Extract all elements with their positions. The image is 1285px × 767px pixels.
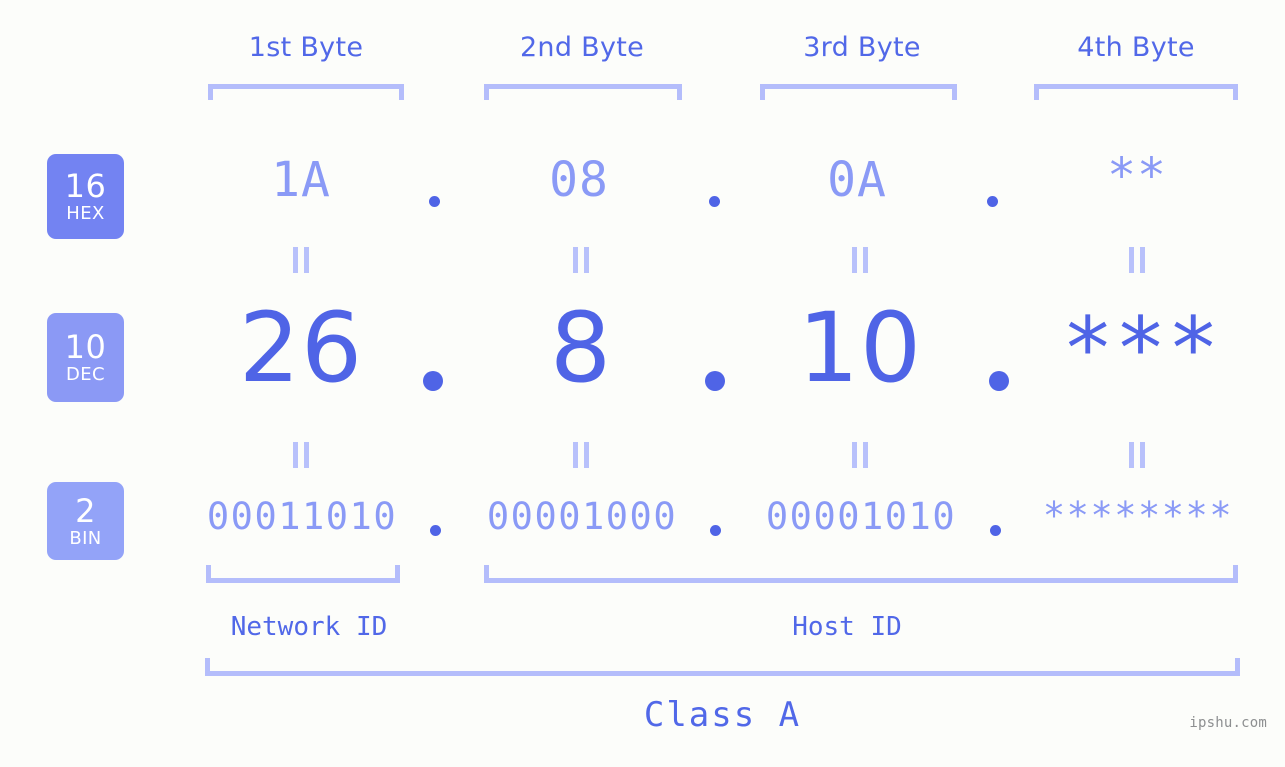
hex-byte-4: **	[1107, 148, 1167, 204]
base-badge-bin-name: BIN	[69, 527, 102, 549]
byte-header-1: 1st Byte	[248, 32, 364, 63]
byte-bracket-top-3	[760, 84, 957, 100]
byte-bracket-top-1	[208, 84, 404, 100]
hex-byte-2: 08	[549, 152, 609, 208]
bin-byte-3: 00001010	[765, 495, 957, 538]
dec-byte-3: 10	[797, 292, 923, 404]
equals-marker-dec-bin-4	[1127, 442, 1147, 468]
bin-byte-1: 00011010	[206, 495, 398, 538]
base-badge-dec-number: 10	[64, 328, 107, 366]
hex-separator-dot-2	[709, 196, 720, 207]
bin-separator-dot-1	[430, 525, 441, 536]
dec-byte-1: 26	[238, 292, 364, 404]
base-badge-dec: 10 DEC	[47, 313, 124, 402]
dec-byte-2: 8	[549, 292, 613, 404]
dec-byte-4: ***	[1061, 299, 1221, 399]
host-id-bracket	[484, 565, 1238, 583]
dec-separator-dot-3	[989, 371, 1009, 391]
dec-separator-dot-1	[423, 371, 443, 391]
equals-marker-dec-bin-2	[571, 442, 591, 468]
site-watermark: ipshu.com	[1189, 715, 1267, 731]
network-id-label: Network ID	[230, 612, 388, 642]
equals-marker-dec-bin-3	[850, 442, 870, 468]
base-badge-bin-number: 2	[75, 491, 96, 530]
byte-header-4: 4th Byte	[1077, 32, 1195, 63]
hex-separator-dot-3	[987, 196, 998, 207]
base-badge-hex-name: HEX	[66, 203, 105, 224]
equals-marker-hex-dec-1	[291, 247, 311, 273]
equals-marker-hex-dec-3	[850, 247, 870, 273]
ip-address-breakdown-diagram: 1st Byte 2nd Byte 3rd Byte 4th Byte 16 H…	[0, 0, 1285, 767]
class-label: Class A	[643, 695, 802, 735]
dec-separator-dot-2	[705, 371, 725, 391]
class-bracket	[205, 658, 1240, 676]
byte-bracket-top-4	[1034, 84, 1238, 100]
base-badge-bin: 2 BIN	[47, 482, 124, 560]
equals-marker-hex-dec-4	[1127, 247, 1147, 273]
base-badge-dec-name: DEC	[65, 364, 105, 385]
equals-marker-hex-dec-2	[571, 247, 591, 273]
byte-header-2: 2nd Byte	[519, 32, 645, 63]
bin-separator-dot-3	[990, 525, 1001, 536]
base-badge-hex: 16 HEX	[47, 154, 124, 239]
bin-separator-dot-2	[710, 525, 721, 536]
byte-header-3: 3rd Byte	[803, 32, 921, 63]
equals-marker-dec-bin-1	[291, 442, 311, 468]
hex-separator-dot-1	[429, 196, 440, 207]
hex-byte-1: 1A	[271, 152, 331, 208]
bin-byte-4: ********	[1042, 494, 1234, 537]
base-badge-hex-number: 16	[64, 167, 107, 205]
network-id-bracket	[206, 565, 400, 583]
byte-bracket-top-2	[484, 84, 682, 100]
host-id-label: Host ID	[792, 612, 902, 642]
bin-byte-2: 00001000	[486, 495, 678, 538]
hex-byte-3: 0A	[827, 152, 887, 208]
